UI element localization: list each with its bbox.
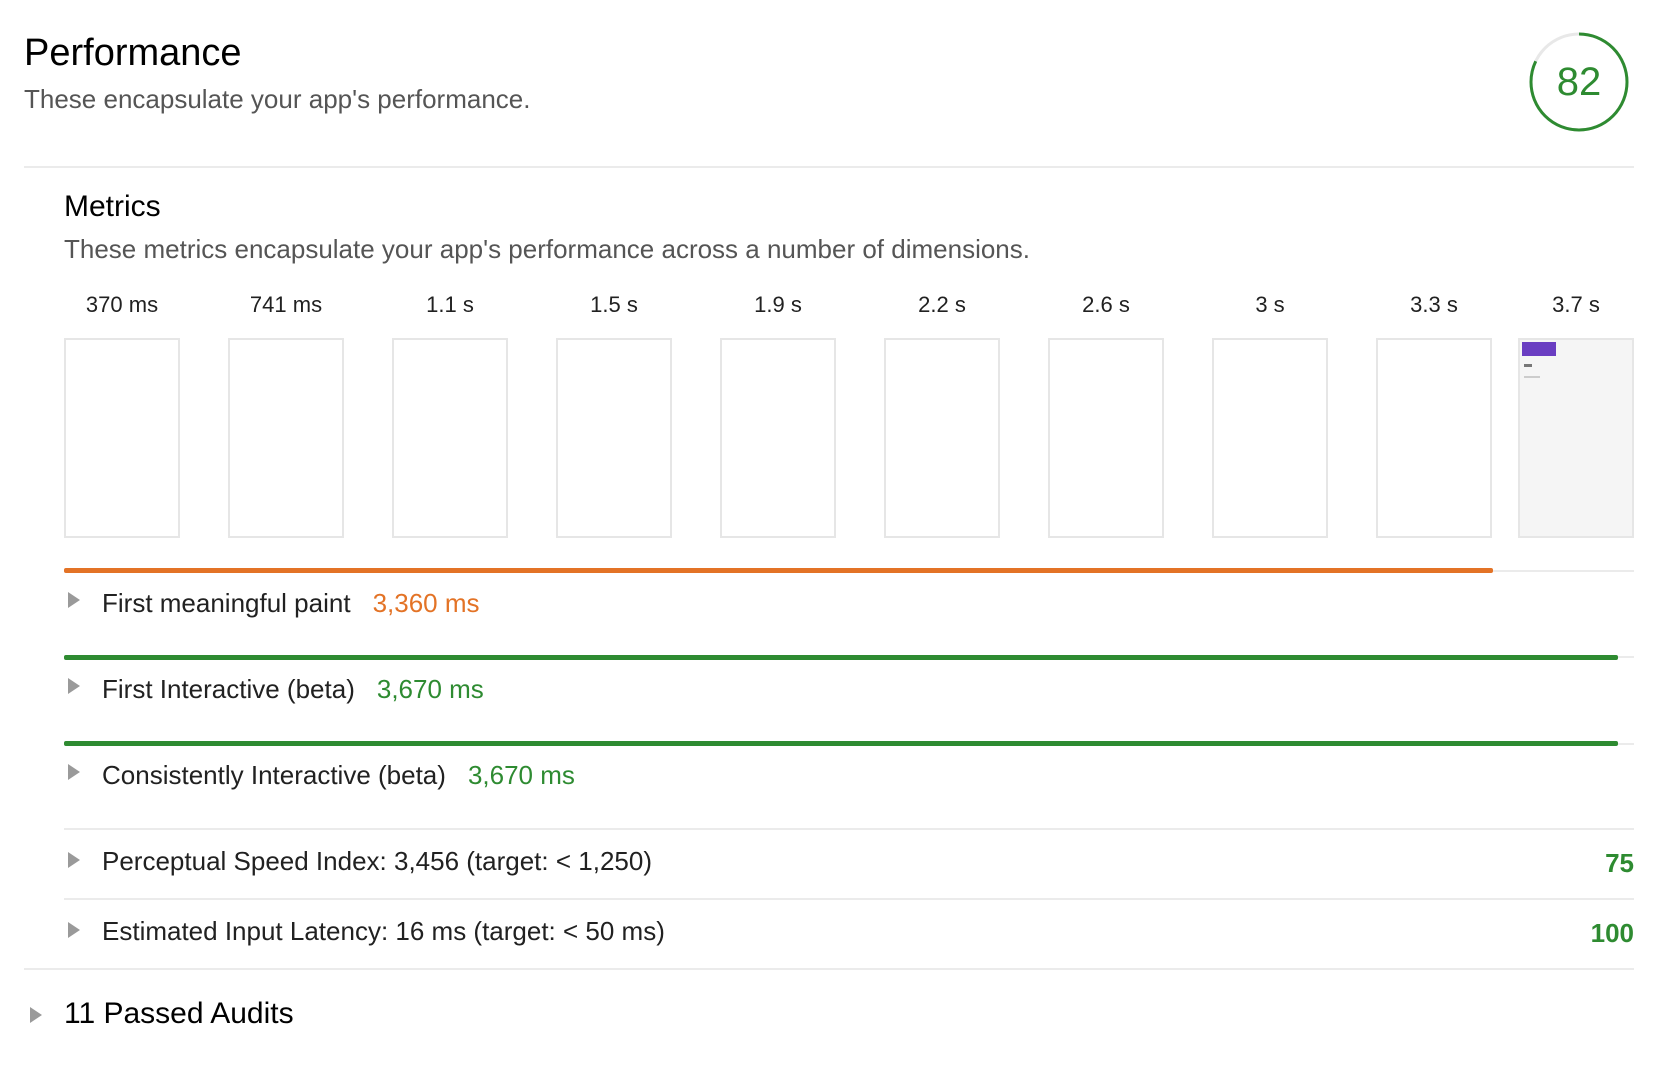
frame-timestamp: 1.1 s [426, 292, 474, 317]
filmstrip-frame: 1.9 s [720, 290, 836, 538]
metric-row-estimated-input-latency[interactable]: Estimated Input Latency: 16 ms (target: … [64, 914, 1634, 974]
frame-timestamp: 1.9 s [754, 292, 802, 317]
filmstrip-frame: 3 s [1212, 290, 1328, 538]
frame-thumbnail [228, 338, 344, 538]
frame-thumbnail [64, 338, 180, 538]
frame-timestamp: 2.6 s [1082, 292, 1130, 317]
metric-divider [64, 898, 1634, 900]
metric-row-perceptual-speed-index[interactable]: Perceptual Speed Index: 3,456 (target: <… [64, 844, 1634, 904]
metric-timeline-bar [64, 741, 1618, 746]
metric-label: Estimated Input Latency: 16 ms (target: … [102, 916, 665, 946]
frame-timestamp: 3.7 s [1552, 292, 1600, 317]
frame-timestamp: 1.5 s [590, 292, 638, 317]
performance-header: Performance These encapsulate your app's… [24, 24, 1634, 164]
page-title: Performance [24, 32, 242, 74]
frame-thumbnail [1048, 338, 1164, 538]
frame-thumbnail [720, 338, 836, 538]
filmstrip-frame: 2.6 s [1048, 290, 1164, 538]
metric-value: 3,360 ms [372, 588, 480, 618]
chevron-right-icon[interactable] [68, 922, 80, 938]
frame-timestamp: 370 ms [85, 292, 159, 317]
metrics-title: Metrics [64, 190, 161, 223]
frame-timestamp: 3 s [1255, 292, 1285, 317]
filmstrip-frame: 370 ms [64, 290, 180, 538]
filmstrip-frame: 3.7 s [1518, 290, 1634, 538]
filmstrip-frame: 3.3 s [1376, 290, 1492, 538]
frame-timestamp: 741 ms [249, 292, 323, 317]
chevron-right-icon[interactable] [68, 764, 80, 780]
metric-timeline-bar [64, 655, 1618, 660]
filmstrip-frame: 1.5 s [556, 290, 672, 538]
metric-row-first-interactive[interactable]: First Interactive (beta) 3,670 ms [64, 672, 1634, 732]
thumbnail-text-line [1524, 364, 1532, 367]
metric-label: Consistently Interactive (beta) [102, 760, 446, 790]
thumbnail-text-line [1524, 376, 1540, 378]
metric-label: Perceptual Speed Index: 3,456 (target: <… [102, 846, 652, 876]
frame-thumbnail [1376, 338, 1492, 538]
chevron-right-icon[interactable] [30, 1007, 42, 1023]
metric-label: First meaningful paint [102, 588, 351, 618]
frame-timestamp: 3.3 s [1410, 292, 1458, 317]
page-description: These encapsulate your app's performance… [24, 84, 531, 114]
metric-score: 100 [1590, 918, 1634, 948]
filmstrip-frame: 2.2 s [884, 290, 1000, 538]
metrics-description: These metrics encapsulate your app's per… [64, 234, 1030, 264]
frame-timestamp: 2.2 s [918, 292, 966, 317]
metric-label: First Interactive (beta) [102, 674, 355, 704]
chevron-right-icon[interactable] [68, 592, 80, 608]
chevron-right-icon[interactable] [68, 678, 80, 694]
frame-thumbnail [1212, 338, 1328, 538]
frame-thumbnail-painted [1518, 338, 1634, 538]
metric-score: 75 [1605, 848, 1634, 878]
metric-value: 3,670 ms [467, 760, 575, 790]
filmstrip: 370 ms 741 ms 1.1 s 1.5 s 1.9 s 2.2 s 2.… [64, 290, 1634, 540]
chevron-right-icon[interactable] [68, 852, 80, 868]
metric-row-consistently-interactive[interactable]: Consistently Interactive (beta) 3,670 ms [64, 758, 1634, 818]
filmstrip-frame: 741 ms [228, 290, 344, 538]
frame-thumbnail [884, 338, 1000, 538]
section-divider [24, 968, 1634, 970]
score-value: 82 [1556, 60, 1602, 104]
metric-divider [64, 828, 1634, 830]
metric-row-first-meaningful-paint[interactable]: First meaningful paint 3,360 ms [64, 586, 1634, 646]
score-gauge: 82 [1527, 30, 1631, 134]
passed-audits-label: 11 Passed Audits [64, 997, 294, 1030]
filmstrip-frame: 1.1 s [392, 290, 508, 538]
frame-thumbnail [556, 338, 672, 538]
header-divider [24, 166, 1634, 168]
metric-timeline-bar [64, 568, 1493, 573]
thumbnail-banner [1522, 342, 1556, 356]
metric-value: 3,670 ms [376, 674, 484, 704]
passed-audits-toggle[interactable]: 11 Passed Audits [24, 995, 1634, 1045]
frame-thumbnail [392, 338, 508, 538]
